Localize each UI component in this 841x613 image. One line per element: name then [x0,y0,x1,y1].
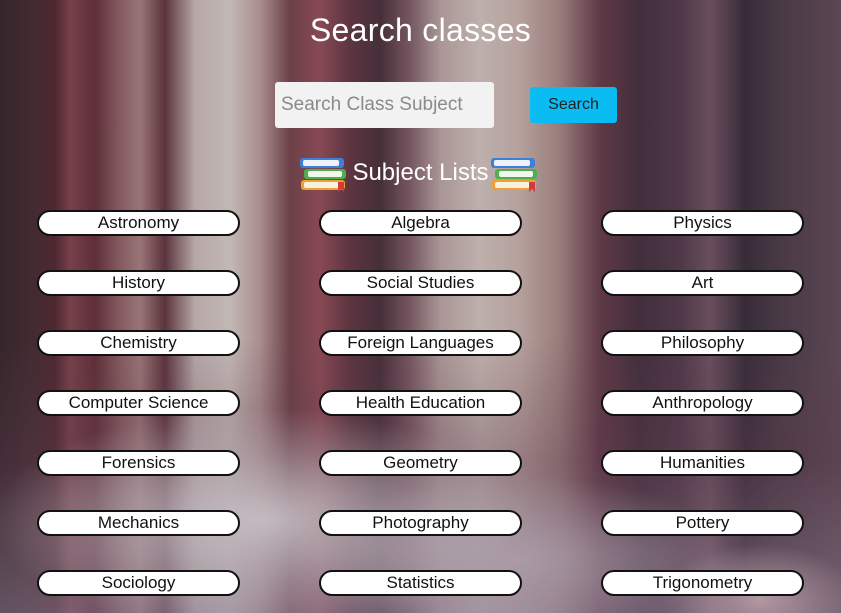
books-icon [490,158,537,192]
subject-button[interactable]: Health Education [319,390,522,416]
subject-button[interactable]: Art [601,270,804,296]
subject-lists-label: Subject Lists [352,159,489,186]
subject-button[interactable]: Physics [601,210,804,236]
subject-button[interactable]: Statistics [319,570,522,596]
search-input[interactable] [275,82,494,128]
subject-button[interactable]: Philosophy [601,330,804,356]
subject-button[interactable]: Foreign Languages [319,330,522,356]
subject-button[interactable]: Geometry [319,450,522,476]
subject-button[interactable]: Forensics [37,450,240,476]
subject-button[interactable]: Chemistry [37,330,240,356]
subject-button[interactable]: Astronomy [37,210,240,236]
books-icon [300,158,347,192]
subject-button[interactable]: Humanities [601,450,804,476]
search-button[interactable]: Search [530,87,617,123]
subject-button[interactable]: Algebra [319,210,522,236]
subject-button[interactable]: History [37,270,240,296]
subject-button[interactable]: Pottery [601,510,804,536]
subject-button[interactable]: Photography [319,510,522,536]
subject-button[interactable]: Social Studies [319,270,522,296]
subject-button[interactable]: Sociology [37,570,240,596]
subject-button[interactable]: Anthropology [601,390,804,416]
page-title: Search classes [309,12,532,48]
subject-button[interactable]: Mechanics [37,510,240,536]
subject-button[interactable]: Trigonometry [601,570,804,596]
subject-lists-heading: Subject Lists [0,152,841,194]
subject-list: Astronomy Algebra Physics History Social… [37,210,804,596]
subject-button[interactable]: Computer Science [37,390,240,416]
